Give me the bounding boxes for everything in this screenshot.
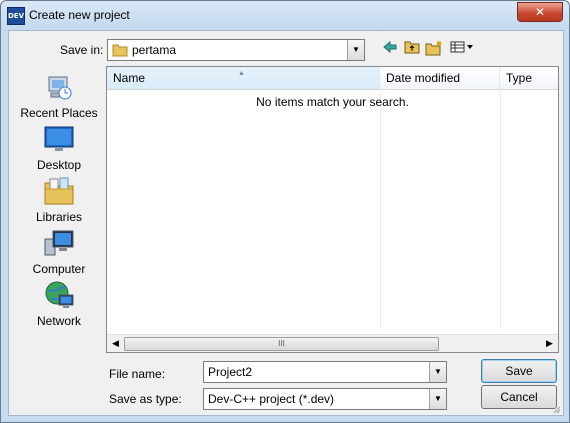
save-in-dropdown[interactable]: pertama ▼ (107, 39, 365, 61)
column-divider (500, 89, 501, 329)
close-button[interactable]: ✕ (517, 2, 563, 22)
scroll-right-icon[interactable]: ▶ (541, 335, 558, 352)
save-as-type-value: Dev-C++ project (*.dev) (208, 392, 335, 406)
column-header-name[interactable]: ▲ Name (107, 67, 380, 89)
column-label: Type (506, 71, 533, 85)
devcpp-app-icon: DEV (7, 7, 25, 25)
desktop-icon (43, 123, 75, 155)
column-header-type[interactable]: Type (500, 67, 558, 89)
places-bar: Recent Places Desktop Libraries Computer (17, 67, 101, 337)
resize-grip-icon[interactable] (551, 403, 561, 414)
dialog-body: Save in: pertama ▼ Recent Places Desktop… (8, 30, 564, 416)
up-folder-icon[interactable] (403, 40, 421, 58)
sort-ascending-icon: ▲ (238, 70, 245, 77)
column-header-date-modified[interactable]: Date modified (380, 67, 500, 89)
create-new-project-dialog: DEV Create new project ✕ Save in: pertam… (0, 0, 570, 423)
place-label: Network (36, 314, 81, 328)
save-in-label: Save in: (60, 43, 104, 57)
title-bar[interactable]: DEV Create new project ✕ (1, 1, 569, 29)
chevron-down-icon[interactable]: ▼ (429, 389, 446, 409)
file-name-label: File name: (109, 367, 166, 381)
column-divider (380, 89, 381, 329)
column-label: Name (113, 71, 146, 85)
place-label: Recent Places (20, 106, 98, 120)
place-recent-places[interactable]: Recent Places (17, 71, 101, 120)
computer-icon (43, 227, 75, 259)
place-label: Libraries (35, 210, 83, 224)
save-as-type-dropdown[interactable]: Dev-C++ project (*.dev) ▼ (203, 388, 447, 410)
cancel-button[interactable]: Cancel (481, 385, 557, 409)
window-title: Create new project (29, 8, 130, 22)
network-icon (43, 279, 75, 311)
chevron-down-icon[interactable]: ▼ (347, 40, 364, 60)
scroll-thumb[interactable]: III (124, 337, 439, 351)
save-as-type-label: Save as type: (109, 392, 182, 406)
place-libraries[interactable]: Libraries (17, 175, 101, 224)
place-desktop[interactable]: Desktop (17, 123, 101, 172)
column-label: Date modified (386, 71, 461, 85)
view-menu-icon[interactable] (449, 40, 475, 58)
file-name-value: Project2 (208, 365, 253, 379)
close-icon: ✕ (534, 5, 546, 19)
save-in-value: pertama (132, 43, 177, 57)
recent-places-icon (43, 71, 75, 103)
libraries-icon (43, 175, 75, 207)
file-list[interactable]: ▲ Name Date modified Type No items match… (106, 66, 559, 353)
chevron-down-icon[interactable]: ▼ (429, 362, 446, 382)
place-label: Computer (32, 262, 86, 276)
new-folder-icon[interactable] (425, 40, 443, 58)
scroll-left-icon[interactable]: ◀ (107, 335, 124, 352)
place-network[interactable]: Network (17, 279, 101, 328)
column-header-row: ▲ Name Date modified Type (107, 67, 558, 90)
horizontal-scrollbar[interactable]: ◀ III ▶ (107, 334, 558, 352)
folder-icon (112, 43, 128, 60)
place-label: Desktop (36, 158, 82, 172)
file-name-input[interactable]: Project2 ▼ (203, 361, 447, 383)
back-arrow-icon[interactable] (381, 40, 399, 58)
save-button[interactable]: Save (481, 359, 557, 383)
place-computer[interactable]: Computer (17, 227, 101, 276)
empty-message: No items match your search. (256, 95, 409, 109)
